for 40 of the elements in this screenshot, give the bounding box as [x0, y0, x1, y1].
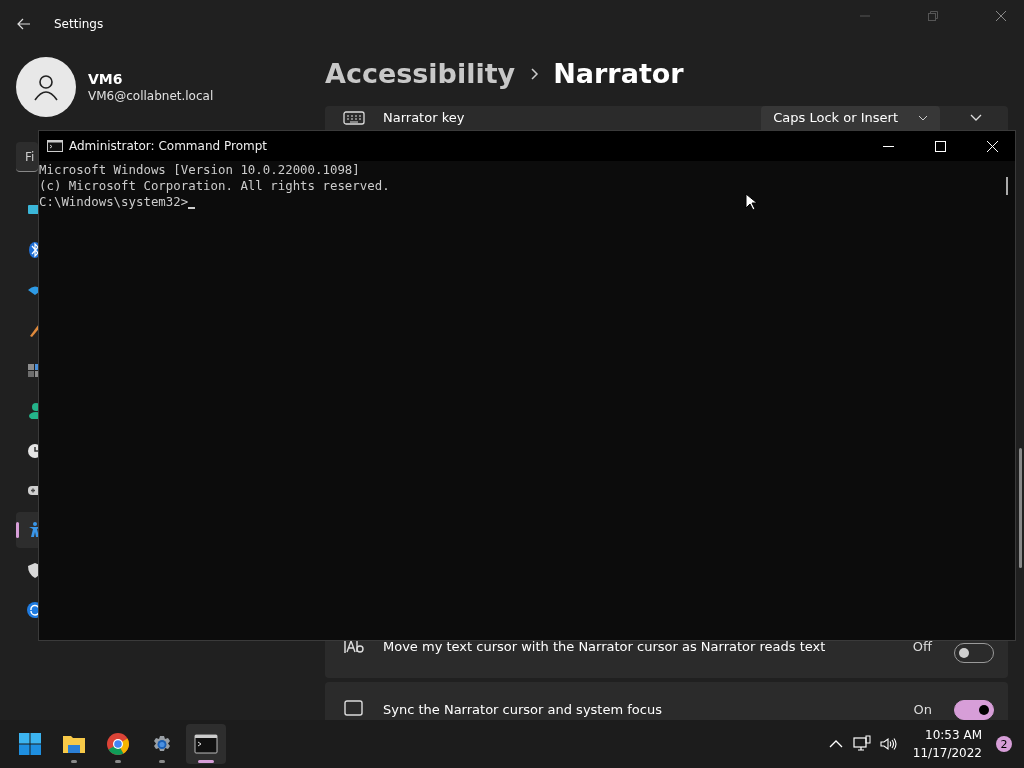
notification-badge[interactable]: 2 [996, 736, 1012, 752]
toggle-state: Off [912, 638, 932, 654]
mouse-pointer-icon [745, 193, 757, 211]
speaker-icon[interactable] [878, 735, 897, 753]
browser-icon [106, 732, 130, 756]
console-line: (c) Microsoft Corporation. All rights reserved. [39, 178, 390, 194]
toggle-state: On [913, 702, 932, 717]
console-title: Administrator: Command Prompt [69, 139, 268, 153]
user-avatar [16, 57, 76, 117]
search-field[interactable]: Fi [16, 142, 38, 172]
caret-icon [918, 115, 928, 121]
window-title: Settings [54, 17, 105, 31]
breadcrumb-item[interactable]: Accessibility [325, 58, 516, 89]
focus-box-icon [343, 700, 365, 716]
terminal-icon [194, 732, 218, 756]
setting-label: Move my text cursor with the Narrator cursor as Narrator reads text [383, 638, 827, 654]
user-email: VM6@collabnet.local [88, 89, 214, 103]
scrollbar-thumb[interactable] [1019, 448, 1022, 568]
chevron-right-icon [529, 67, 540, 80]
chevron-down-icon [970, 114, 982, 122]
console-icon [47, 140, 63, 152]
toggle-switch[interactable] [954, 700, 994, 720]
clock-time[interactable]: 10:53 AM [925, 726, 982, 744]
nav-item[interactable] [16, 512, 38, 548]
back-arrow-icon[interactable] [16, 16, 32, 32]
breadcrumb-item: Narrator [553, 58, 684, 89]
text-cursor-icon [343, 638, 365, 654]
console-line: C:\Windows\system32> [39, 194, 196, 210]
windows-logo-icon [18, 732, 42, 756]
scrollbar-thumb[interactable] [1006, 177, 1008, 195]
narrator-key-dropdown[interactable]: Caps Lock or Insert [761, 106, 940, 130]
console-line: Microsoft Windows [Version 10.0.22000.1098] [39, 162, 360, 178]
taskbar-app[interactable] [186, 724, 226, 764]
maximize-icon[interactable] [934, 140, 946, 152]
setting-label: Narrator key [383, 111, 466, 125]
setting-label: Sync the Narrator cursor and system focus [383, 702, 663, 717]
clock-date[interactable]: 11/17/2022 [912, 744, 982, 762]
keyboard-icon [343, 110, 365, 126]
user-name: VM6 [88, 71, 124, 87]
network-icon[interactable] [852, 735, 871, 753]
